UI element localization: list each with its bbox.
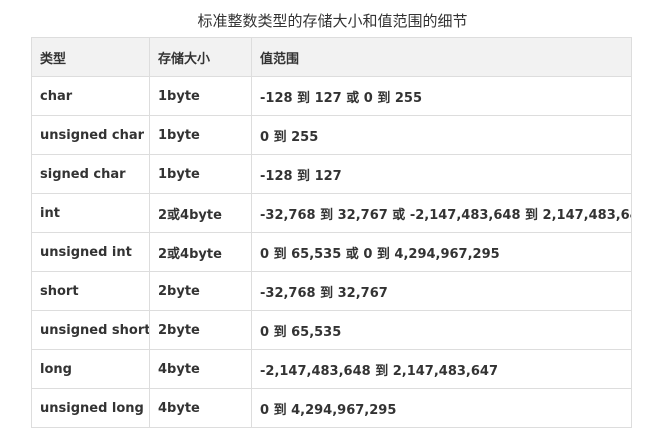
cell-storage-size: 1byte xyxy=(149,154,252,194)
cell-storage-size: 2或4byte xyxy=(149,193,252,233)
table-row: unsigned int 2或4byte 0 到 65,535 或 0 到 4,… xyxy=(31,232,632,272)
table-row: unsigned long 4byte 0 到 4,294,967,295 xyxy=(31,388,632,428)
integer-types-table: 类型 存储大小 值范围 char 1byte -128 到 127 或 0 到 … xyxy=(31,37,632,428)
cell-value-range: 0 到 255 xyxy=(251,115,632,155)
table-row: short 2byte -32,768 到 32,767 xyxy=(31,271,632,311)
cell-storage-size: 4byte xyxy=(149,349,252,389)
cell-value-range: 0 到 65,535 或 0 到 4,294,967,295 xyxy=(251,232,632,272)
cell-value-range: -32,768 到 32,767 xyxy=(251,271,632,311)
header-value-range: 值范围 xyxy=(251,37,632,77)
cell-type: int xyxy=(31,193,150,233)
cell-type: unsigned int xyxy=(31,232,150,272)
cell-storage-size: 4byte xyxy=(149,388,252,428)
cell-value-range: -32,768 到 32,767 或 -2,147,483,648 到 2,14… xyxy=(251,193,632,233)
cell-storage-size: 1byte xyxy=(149,115,252,155)
cell-type: long xyxy=(31,349,150,389)
cell-storage-size: 2或4byte xyxy=(149,232,252,272)
cell-value-range: 0 到 4,294,967,295 xyxy=(251,388,632,428)
header-storage-size: 存储大小 xyxy=(149,37,252,77)
cell-type: signed char xyxy=(31,154,150,194)
cell-type: unsigned short xyxy=(31,310,150,350)
table-row: long 4byte -2,147,483,648 到 2,147,483,64… xyxy=(31,349,632,389)
table-row: char 1byte -128 到 127 或 0 到 255 xyxy=(31,76,632,116)
table-header-row: 类型 存储大小 值范围 xyxy=(31,37,632,77)
table-row: unsigned char 1byte 0 到 255 xyxy=(31,115,632,155)
cell-storage-size: 2byte xyxy=(149,271,252,311)
table-row: signed char 1byte -128 到 127 xyxy=(31,154,632,194)
cell-type: unsigned long xyxy=(31,388,150,428)
table-row: int 2或4byte -32,768 到 32,767 或 -2,147,48… xyxy=(31,193,632,233)
cell-type: unsigned char xyxy=(31,115,150,155)
cell-value-range: 0 到 65,535 xyxy=(251,310,632,350)
cell-type: char xyxy=(31,76,150,116)
cell-storage-size: 1byte xyxy=(149,76,252,116)
cell-type: short xyxy=(31,271,150,311)
cell-value-range: -128 到 127 或 0 到 255 xyxy=(251,76,632,116)
table-row: unsigned short 2byte 0 到 65,535 xyxy=(31,310,632,350)
table-caption: 标准整数类型的存储大小和值范围的细节 xyxy=(197,12,468,30)
cell-value-range: -128 到 127 xyxy=(251,154,632,194)
header-type: 类型 xyxy=(31,37,150,77)
cell-value-range: -2,147,483,648 到 2,147,483,647 xyxy=(251,349,632,389)
cell-storage-size: 2byte xyxy=(149,310,252,350)
